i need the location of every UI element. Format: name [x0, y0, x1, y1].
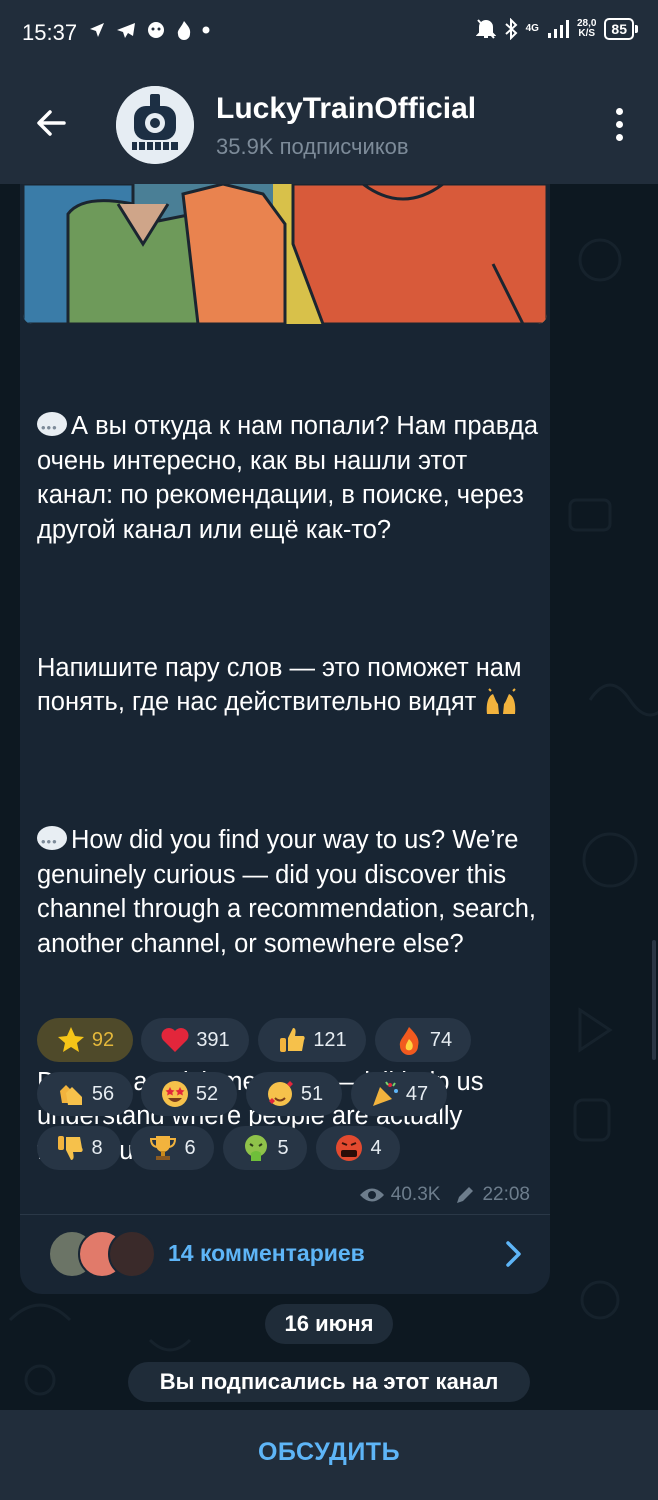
service-message: Вы подписались на этот канал: [128, 1362, 530, 1402]
battery-indicator: 85: [604, 18, 638, 40]
back-arrow-icon[interactable]: [34, 106, 68, 140]
speech-bubble-icon: [37, 825, 67, 860]
network-type: 4G: [525, 23, 539, 34]
date-divider: 16 июня: [265, 1304, 393, 1344]
edited-pencil-icon: [457, 1187, 474, 1203]
smiling-hearts-icon: [267, 1081, 293, 1106]
flame-app-icon: [177, 21, 191, 40]
star-icon: [57, 1027, 84, 1052]
mute-bell-icon: [475, 19, 496, 39]
commenter-avatars: [48, 1230, 158, 1278]
reaction-nauseated[interactable]: 5: [223, 1126, 307, 1170]
reaction-party[interactable]: 47: [351, 1072, 447, 1116]
reaction-thumbs-down[interactable]: 8: [37, 1126, 121, 1170]
comments-divider: [20, 1214, 550, 1215]
status-time: 15:37: [22, 20, 78, 45]
chevron-right-icon[interactable]: [504, 1240, 524, 1268]
reaction-clap[interactable]: 56: [37, 1072, 133, 1116]
telegram-icon: [117, 23, 135, 38]
net-speed: 28,0 K/S: [576, 18, 597, 39]
channel-avatar[interactable]: [116, 86, 194, 164]
dot-icon: [202, 26, 210, 34]
thumbs-down-icon: [58, 1136, 84, 1160]
speech-bubble-icon: [37, 411, 67, 446]
post-time: 22:08: [482, 1184, 530, 1205]
reaction-trophy[interactable]: 6: [130, 1126, 214, 1170]
location-arrow-icon: [90, 23, 104, 37]
bluetooth-icon: [504, 18, 518, 40]
reaction-cursing[interactable]: 4: [316, 1126, 400, 1170]
eye-icon: [359, 1188, 384, 1202]
reaction-star[interactable]: 92: [37, 1018, 133, 1062]
comments-button[interactable]: 14 комментариев: [20, 1224, 550, 1284]
messenger-icon: [148, 22, 164, 38]
status-bar: 15:37 4G 28,0 K/S 85: [0, 0, 658, 64]
party-popper-icon: [372, 1081, 398, 1106]
reaction-fire[interactable]: 74: [375, 1018, 471, 1062]
trophy-icon: [150, 1136, 177, 1160]
reaction-thumbs-up[interactable]: 121: [258, 1018, 366, 1062]
subscriber-count: 35.9K подписчиков: [216, 134, 409, 159]
paragraph-ru-1: А вы откуда к нам попали? Нам правда оче…: [37, 409, 542, 547]
more-menu-icon[interactable]: [614, 108, 624, 144]
heart-icon: [161, 1028, 189, 1052]
paragraph-ru-2: Напишите пару слов — это поможет нам пон…: [37, 653, 529, 717]
cursing-face-icon: [336, 1135, 363, 1161]
post-meta: 40.3K 22:08: [359, 1184, 530, 1206]
channel-title[interactable]: LuckyTrainOfficial: [216, 92, 476, 126]
post-image[interactable]: [23, 184, 547, 324]
discuss-button[interactable]: ОБСУДИТЬ: [0, 1438, 658, 1467]
notification-icons: [88, 20, 210, 40]
signal-icon: [547, 20, 569, 38]
fire-icon: [399, 1027, 419, 1055]
scrollbar[interactable]: [652, 940, 656, 1060]
avatar: [108, 1230, 156, 1278]
thumbs-up-icon: [280, 1028, 305, 1052]
channel-post: А вы откуда к нам попали? Нам правда оче…: [20, 184, 550, 1294]
chat-header: LuckyTrainOfficial 35.9K подписчиков: [0, 64, 658, 184]
reaction-star-struck[interactable]: 52: [141, 1072, 237, 1116]
train-logo-icon: [116, 86, 194, 164]
bottom-bar: ОБСУДИТЬ: [0, 1410, 658, 1500]
paragraph-en-1: How did you find your way to us? We’re g…: [37, 823, 542, 961]
clapping-hands-icon: [59, 1085, 82, 1105]
raising-hands-icon: [487, 688, 517, 714]
view-count: 40.3K: [390, 1184, 441, 1205]
system-icons: 4G 28,0 K/S 85: [475, 18, 638, 40]
reaction-heart[interactable]: 391: [141, 1018, 249, 1062]
star-struck-icon: [161, 1081, 188, 1107]
nauseated-face-icon: [245, 1135, 268, 1161]
reaction-smiling-hearts[interactable]: 51: [246, 1072, 342, 1116]
comments-count[interactable]: 14 комментариев: [168, 1240, 365, 1267]
